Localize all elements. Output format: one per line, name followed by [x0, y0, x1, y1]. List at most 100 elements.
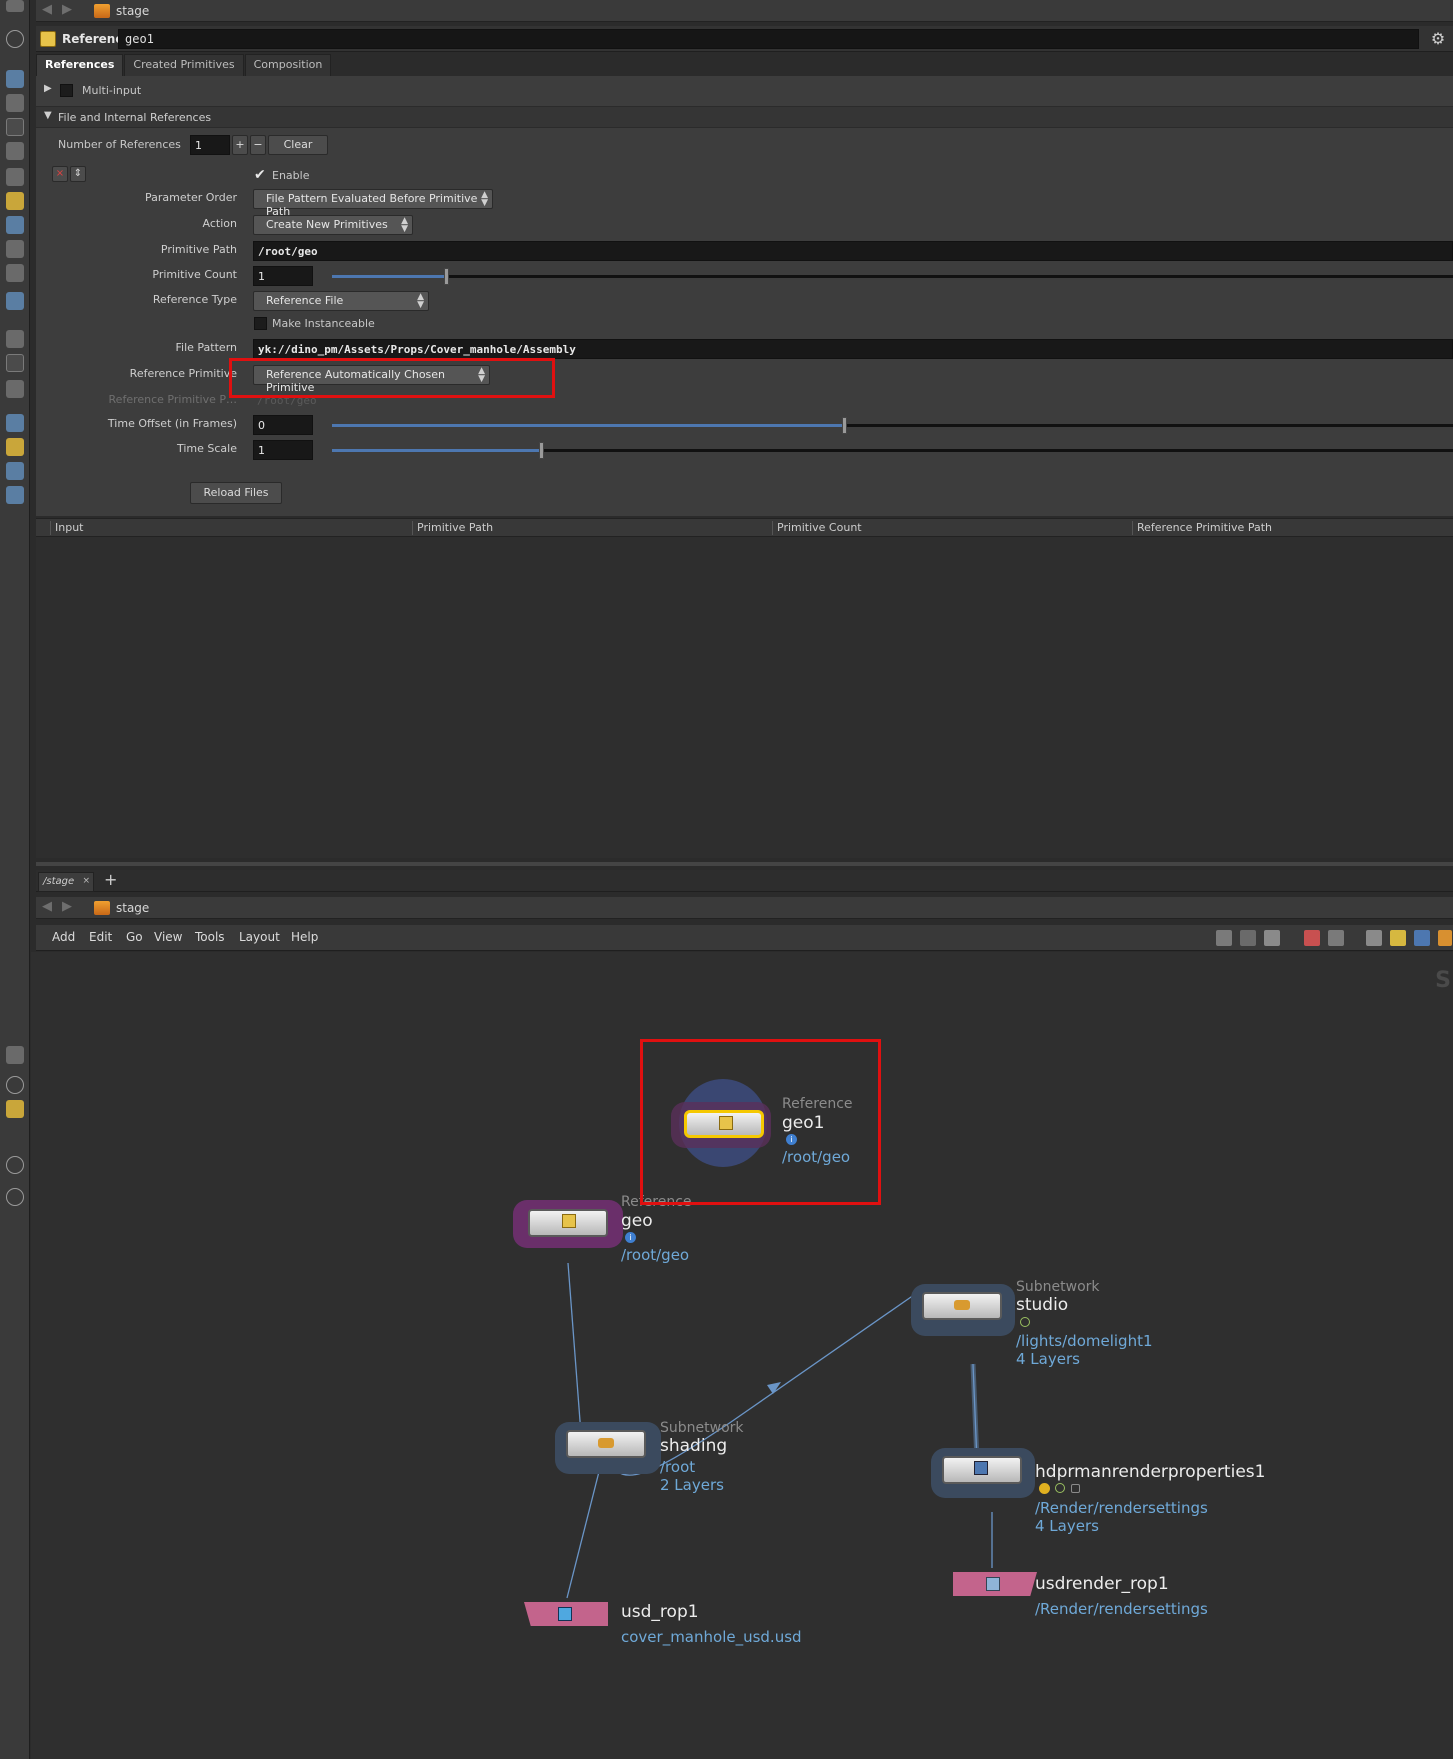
add-reference-button[interactable]: +	[232, 135, 248, 155]
tree-view-icon[interactable]	[1240, 930, 1256, 946]
reference-type-dropdown[interactable]: Reference File ▲ ▼	[253, 291, 429, 311]
transform-icon[interactable]	[6, 380, 24, 398]
remove-instance-button[interactable]: ×	[52, 166, 68, 182]
clear-button[interactable]: Clear	[268, 135, 328, 155]
enable-checkmark-icon[interactable]: ✔	[254, 167, 266, 183]
studio-node[interactable]	[922, 1292, 1002, 1320]
grid-view-icon[interactable]	[1328, 930, 1344, 946]
menu-tools[interactable]: Tools	[195, 930, 225, 944]
help-icon[interactable]	[6, 30, 24, 48]
snapshot-icon[interactable]	[6, 292, 24, 310]
menu-go[interactable]: Go	[126, 930, 143, 944]
menu-view[interactable]: View	[154, 930, 182, 944]
usdrender-name-label[interactable]: usdrender_rop1	[1035, 1574, 1169, 1594]
back-arrow-icon[interactable]: ◀	[42, 2, 52, 17]
usd-rop-name-label[interactable]: usd_rop1	[621, 1602, 699, 1622]
bookmark-icon[interactable]	[1438, 930, 1452, 946]
light-place-icon[interactable]	[6, 264, 24, 282]
brush-icon[interactable]	[6, 438, 24, 456]
network-box-icon[interactable]	[1366, 930, 1382, 946]
column-input[interactable]: Input	[50, 521, 410, 535]
slider-handle[interactable]	[444, 268, 450, 285]
camera-tool-icon[interactable]	[6, 192, 24, 210]
geo-name-label[interactable]: geo	[621, 1211, 653, 1231]
column-reference-primitive-path[interactable]: Reference Primitive Path	[1132, 521, 1452, 535]
sphere-tool-icon[interactable]	[6, 168, 24, 186]
time-scale-slider[interactable]	[332, 442, 1453, 459]
menu-add[interactable]: Add	[52, 930, 75, 944]
paint-icon[interactable]	[6, 414, 24, 432]
time-offset-slider[interactable]	[332, 417, 1453, 434]
color-palette-icon[interactable]	[1304, 930, 1320, 946]
tab-composition[interactable]: Composition	[244, 54, 332, 76]
tab-stage[interactable]: /stage ×	[38, 872, 94, 892]
node-name-field[interactable]: geo1	[118, 29, 1419, 49]
slider-handle[interactable]	[539, 442, 545, 459]
forward-arrow-icon[interactable]: ▶	[62, 2, 72, 17]
close-icon[interactable]: ×	[82, 876, 90, 886]
primitive-count-field[interactable]: 1	[253, 266, 313, 286]
primitive-count-slider[interactable]	[332, 268, 1453, 285]
move-instance-button[interactable]: ⇕	[70, 166, 86, 182]
usd-rop-node[interactable]	[524, 1602, 608, 1626]
time-offset-field[interactable]: 0	[253, 415, 313, 435]
pane-splitter[interactable]	[36, 862, 1453, 866]
multi-input-checkbox[interactable]	[60, 84, 73, 97]
geo-node[interactable]	[528, 1209, 608, 1237]
time-scale-field[interactable]: 1	[253, 440, 313, 460]
file-pattern-field[interactable]: yk://dino_pm/Assets/Props/Cover_manhole/…	[253, 339, 1453, 359]
light-tool-icon[interactable]	[6, 216, 24, 234]
select-tool-icon[interactable]	[6, 94, 24, 112]
gear-icon[interactable]: ⚙	[1429, 30, 1447, 48]
expand-arrow-icon[interactable]: ▶	[44, 83, 52, 94]
info-icon[interactable]: i	[625, 1232, 636, 1243]
number-of-references-field[interactable]: 1	[190, 135, 230, 155]
network-canvas[interactable]: S Reference geo1 i /root/geo Reference g…	[31, 952, 1453, 1759]
image-icon[interactable]	[1414, 930, 1430, 946]
action-dropdown[interactable]: Create New Primitives ▲ ▼	[253, 215, 413, 235]
sticky-note-icon[interactable]	[1390, 930, 1406, 946]
remove-reference-button[interactable]: −	[250, 135, 266, 155]
menu-help[interactable]: Help	[291, 930, 318, 944]
column-primitive-count[interactable]: Primitive Count	[772, 521, 1132, 535]
reload-files-button[interactable]: Reload Files	[190, 482, 282, 504]
view-tool-icon[interactable]	[6, 70, 24, 88]
hdprman-name-label[interactable]: hdprmanrenderproperties1	[1035, 1462, 1265, 1482]
file-references-section[interactable]: ▼ File and Internal References	[36, 106, 1453, 128]
wrench-icon[interactable]	[1216, 930, 1232, 946]
list-view-icon[interactable]	[1264, 930, 1280, 946]
make-instanceable-checkbox[interactable]	[254, 317, 267, 330]
studio-name-label[interactable]: studio	[1016, 1295, 1068, 1315]
tab-created-primitives[interactable]: Created Primitives	[124, 54, 244, 76]
column-primitive-path[interactable]: Primitive Path	[412, 521, 772, 535]
pose-tool-icon[interactable]	[6, 142, 24, 160]
forward-arrow-icon[interactable]: ▶	[62, 899, 72, 914]
visibility-icon[interactable]	[6, 1046, 24, 1064]
info-icon[interactable]	[6, 1076, 24, 1094]
flipbook-icon[interactable]	[6, 486, 24, 504]
add-tab-button[interactable]: +	[104, 870, 117, 889]
lock-icon[interactable]	[1071, 1484, 1080, 1493]
menu-edit[interactable]: Edit	[89, 930, 112, 944]
network-mode-icon[interactable]	[6, 1156, 24, 1174]
measure-icon[interactable]	[6, 330, 24, 348]
shading-name-label[interactable]: shading	[660, 1436, 727, 1456]
shading-node[interactable]	[566, 1430, 646, 1458]
pane-menu-icon[interactable]	[6, 0, 24, 12]
hdprman-node[interactable]	[942, 1456, 1022, 1484]
warning-icon[interactable]	[1039, 1483, 1050, 1494]
breadcrumb[interactable]: stage	[94, 0, 149, 22]
primitive-path-field[interactable]: /root/geo	[253, 241, 1453, 261]
network-breadcrumb[interactable]: stage	[94, 897, 149, 919]
parameter-order-dropdown[interactable]: File Pattern Evaluated Before Primitive …	[253, 189, 493, 218]
usdrender-node[interactable]	[953, 1572, 1037, 1596]
help-icon-bottom[interactable]	[6, 1188, 24, 1206]
tab-references[interactable]: References	[36, 54, 124, 76]
render-icon[interactable]	[6, 462, 24, 480]
frame-icon[interactable]	[6, 354, 24, 372]
grid-icon[interactable]	[6, 1100, 24, 1118]
lock-icon[interactable]	[6, 118, 24, 136]
slider-handle[interactable]	[842, 417, 848, 434]
menu-layout[interactable]: Layout	[239, 930, 280, 944]
back-arrow-icon[interactable]: ◀	[42, 899, 52, 914]
